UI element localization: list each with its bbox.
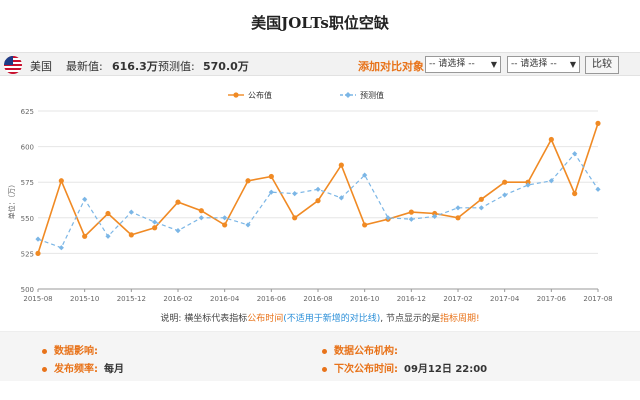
x-tick-label: 2017-06 xyxy=(537,295,567,303)
note-part-3: (不适用于新增的对比线) xyxy=(283,314,381,324)
data-point-actual xyxy=(502,179,508,185)
compare-select-2[interactable]: -- 请选择 -- ▼ xyxy=(507,56,580,73)
data-point-actual xyxy=(455,215,461,221)
data-point-actual xyxy=(315,198,321,204)
data-point-actual xyxy=(152,225,158,231)
next-release-label: 下次公布时间: xyxy=(334,364,398,375)
x-tick-label: 2015-12 xyxy=(117,295,146,303)
frequency-value: 每月 xyxy=(104,364,124,375)
data-point-actual xyxy=(175,199,181,205)
y-tick-label: 500 xyxy=(21,286,34,294)
next-release-value: 09月12日 22:00 xyxy=(404,364,488,375)
note-part-1: 说明: 横坐标代表指标 xyxy=(160,314,248,324)
data-point-forecast xyxy=(315,186,321,192)
data-point-forecast xyxy=(455,205,461,211)
data-point-actual xyxy=(268,173,274,180)
data-point-forecast xyxy=(198,215,204,221)
data-point-forecast xyxy=(82,196,88,202)
x-tick-label: 2015-10 xyxy=(70,295,99,303)
latest-value-label: 最新值: xyxy=(66,60,103,73)
line-chart: 500 525 550 575 600 625 2015-08 2015-10 2015-12 2… xyxy=(7,90,613,303)
data-point-forecast xyxy=(502,192,508,198)
next-release-item: 下次公布时间: 09月12日 22:00 xyxy=(322,360,487,375)
x-tick-label: 2017-02 xyxy=(443,295,472,303)
y-tick-label: 600 xyxy=(21,144,34,152)
x-tick-label: 2016-06 xyxy=(257,295,287,303)
data-point-actual xyxy=(548,136,554,143)
impact-item: 数据影响: xyxy=(42,342,104,357)
data-point-actual xyxy=(35,250,41,256)
compare-select-1-value: -- 请选择 -- xyxy=(429,59,475,69)
data-point-forecast xyxy=(292,190,298,197)
data-point-forecast xyxy=(58,245,64,251)
data-point-actual xyxy=(572,190,578,197)
bullet-icon xyxy=(42,366,47,372)
y-tick-label: 575 xyxy=(21,179,34,187)
chevron-down-icon: ▼ xyxy=(490,60,497,69)
chart-note: 说明: 横坐标代表指标公布时间(不适用于新增的对比线), 节点显示的是指标周期! xyxy=(0,311,640,324)
compare-select-1[interactable]: -- 请选择 -- ▼ xyxy=(425,56,501,73)
data-point-actual xyxy=(338,162,344,168)
data-point-forecast xyxy=(175,228,181,234)
forecast-value-label: 预测值: xyxy=(158,60,195,73)
compare-select-2-value: -- 请选择 -- xyxy=(511,59,557,69)
data-point-actual xyxy=(128,232,134,238)
data-point-actual xyxy=(198,208,204,214)
x-tick-label: 2017-04 xyxy=(490,295,520,303)
x-tick-label: 2016-10 xyxy=(350,295,379,303)
forecast-value: 570.0万 xyxy=(203,60,249,73)
data-point-actual xyxy=(362,222,368,228)
y-axis-label: 单位：（万） xyxy=(7,181,16,220)
legend-marker-actual xyxy=(233,92,239,98)
y-tick-label: 550 xyxy=(21,215,34,223)
frequency-label: 发布频率: xyxy=(54,364,98,375)
chevron-down-icon: ▼ xyxy=(569,60,576,69)
chart-area: 500 525 550 575 600 625 2015-08 2015-10 2015-12 2… xyxy=(0,84,640,304)
x-tick-label: 2016-12 xyxy=(397,295,426,303)
data-point-actual xyxy=(478,196,484,202)
data-point-forecast xyxy=(152,219,158,225)
bullet-icon xyxy=(322,366,327,372)
x-tick-label: 2017-08 xyxy=(583,295,612,303)
note-part-5: 指标周期! xyxy=(440,314,480,324)
data-point-actual xyxy=(245,178,251,184)
data-point-actual xyxy=(222,222,228,228)
x-tick-label: 2016-04 xyxy=(210,295,240,303)
data-point-actual xyxy=(292,215,298,221)
data-point-forecast xyxy=(478,205,484,211)
compare-target-label: 添加对比对象: xyxy=(358,60,429,73)
impact-label: 数据影响: xyxy=(54,346,98,357)
legend-marker-forecast xyxy=(345,92,351,98)
data-point-actual xyxy=(82,233,88,239)
data-point-forecast xyxy=(128,209,134,215)
x-tick-label: 2015-08 xyxy=(23,295,52,303)
data-point-actual xyxy=(595,120,601,126)
data-point-actual xyxy=(58,178,64,184)
data-point-actual xyxy=(105,210,111,217)
latest-value: 616.3万 xyxy=(112,60,158,73)
data-point-forecast xyxy=(35,236,41,242)
page-title: 美国JOLTs职位空缺 xyxy=(251,14,389,32)
indicator-info-bar: 美国 最新值: 616.3万 预测值: 570.0万 添加对比对象: -- 请选… xyxy=(0,52,640,76)
bullet-icon xyxy=(322,348,327,354)
agency-item: 数据公布机构: xyxy=(322,342,404,357)
compare-button[interactable]: 比较 xyxy=(585,56,619,74)
x-tick-label: 2016-08 xyxy=(303,295,332,303)
data-point-forecast xyxy=(222,215,228,221)
y-tick-label: 625 xyxy=(21,108,34,116)
agency-label: 数据公布机构: xyxy=(334,346,398,357)
note-part-2: 公布时间 xyxy=(247,314,284,324)
frequency-item: 发布频率: 每月 xyxy=(42,360,124,375)
data-point-actual xyxy=(408,209,414,215)
us-flag-icon xyxy=(4,56,22,74)
bullet-icon xyxy=(42,348,47,354)
legend-label-forecast: 预测值 xyxy=(360,90,384,100)
note-part-4: , 节点显示的是 xyxy=(380,314,441,324)
indicator-details: 数据影响: 发布频率: 每月 数据公布机构: 下次公布时间: 09月12日 22:0… xyxy=(0,331,640,381)
country-name: 美国 xyxy=(30,60,52,73)
y-tick-label: 525 xyxy=(21,250,34,258)
data-point-forecast xyxy=(595,186,601,192)
x-tick-label: 2016-02 xyxy=(163,295,192,303)
legend-label-actual: 公布值 xyxy=(248,90,272,100)
